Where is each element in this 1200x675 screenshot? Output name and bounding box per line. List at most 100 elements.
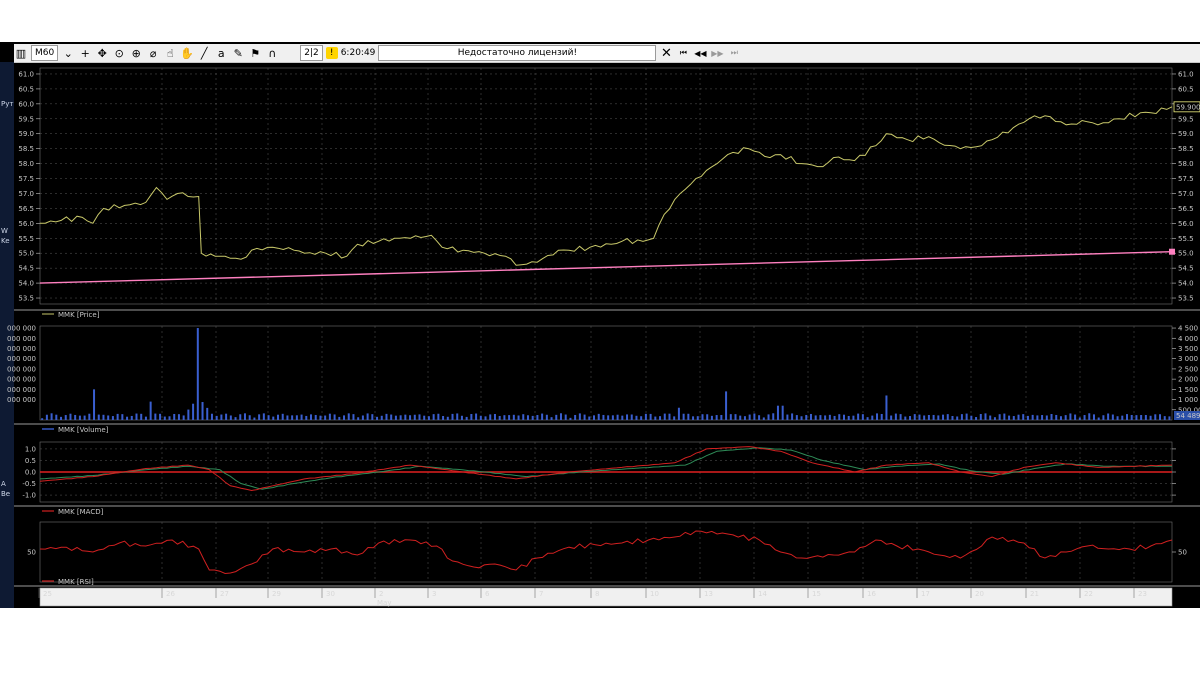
price-ytick-label: 56.0 <box>1178 220 1194 228</box>
target-icon[interactable]: ⊙ <box>112 45 126 61</box>
hand-icon[interactable]: ☝ <box>163 45 177 61</box>
zoom-icon[interactable]: ⊕ <box>129 45 143 61</box>
volume-bar <box>857 413 860 420</box>
volume-bar <box>493 413 496 420</box>
price-ytick-label: 58.5 <box>18 145 34 153</box>
volume-bar <box>357 417 360 420</box>
chevron-down-icon[interactable]: ⌄ <box>61 45 75 61</box>
volume-bar <box>192 403 195 420</box>
volume-bar <box>116 413 119 420</box>
price-ytick-label: 54.0 <box>1178 280 1194 288</box>
volume-bar <box>842 414 845 420</box>
close-icon[interactable]: ✕ <box>659 45 673 61</box>
volume-bar <box>607 415 610 420</box>
price-ytick-label: 55.5 <box>1178 235 1194 243</box>
text-tool-icon[interactable]: a <box>214 45 228 61</box>
volume-bar <box>715 415 718 420</box>
macd-ytick-label: 1.0 <box>25 445 36 453</box>
volume-bar <box>621 415 624 420</box>
price-ytick-label: 60.0 <box>18 100 34 108</box>
chart-icon[interactable]: ▥ <box>14 45 28 61</box>
volume-bar <box>791 413 794 420</box>
flag-icon[interactable]: ⚑ <box>248 45 262 61</box>
volume-ytick-label-left: 000 000 <box>7 335 36 343</box>
volume-bar <box>305 415 308 420</box>
first-page-icon[interactable]: ⏮ <box>676 45 690 61</box>
volume-bar <box>234 417 237 420</box>
volume-bar <box>762 417 765 420</box>
volume-bar <box>923 415 926 420</box>
line-tool-icon[interactable]: ╱ <box>197 45 211 61</box>
volume-bar <box>248 415 251 420</box>
volume-bar <box>385 413 388 420</box>
page-counter[interactable]: 2|2 <box>300 45 323 61</box>
volume-bar <box>352 414 355 420</box>
pan-icon[interactable]: ✋ <box>180 45 194 61</box>
volume-bar <box>64 415 67 420</box>
volume-bar <box>1074 414 1077 420</box>
volume-bar <box>673 416 676 420</box>
volume-bar <box>701 414 704 420</box>
crosshair-icon[interactable]: + <box>78 45 92 61</box>
volume-bar <box>894 413 897 420</box>
volume-bar <box>418 414 421 420</box>
volume-bar <box>1116 416 1119 420</box>
volume-bar <box>541 413 544 420</box>
volume-ytick-label-left: 000 000 <box>7 355 36 363</box>
volume-bar <box>74 414 77 420</box>
volume-bar <box>706 414 709 420</box>
volume-bar <box>682 413 685 420</box>
x-axis-label: 17 <box>921 590 930 598</box>
prev-page-icon[interactable]: ◀◀ <box>693 45 707 61</box>
volume-bar <box>654 416 657 420</box>
brush-icon[interactable]: ✎ <box>231 45 245 61</box>
volume-bar <box>1088 413 1091 420</box>
volume-bar <box>427 416 430 420</box>
magnet-icon[interactable]: ∩ <box>265 45 279 61</box>
volume-bar <box>979 414 982 420</box>
volume-bar <box>168 416 171 420</box>
volume-bar <box>809 413 812 420</box>
volume-bar <box>1055 414 1058 420</box>
volume-bar <box>319 415 322 420</box>
volume-bar <box>1107 413 1110 420</box>
volume-bar <box>1059 416 1062 420</box>
volume-bar <box>390 414 393 420</box>
volume-bar <box>758 415 761 420</box>
move-icon[interactable]: ✥ <box>95 45 109 61</box>
volume-bar <box>210 413 213 420</box>
volume-bar <box>1078 417 1081 420</box>
volume-bar <box>970 415 973 420</box>
volume-ytick-label-left: 000 000 <box>7 386 36 394</box>
volume-bar <box>479 415 482 420</box>
volume-bar <box>220 414 223 420</box>
volume-bar <box>597 413 600 420</box>
volume-bar <box>616 414 619 420</box>
volume-bar <box>437 413 440 420</box>
volume-bar <box>135 413 138 420</box>
legend-volume: MMK [Volume] <box>58 426 109 434</box>
volume-bar <box>475 413 478 420</box>
volume-bar <box>41 418 44 420</box>
volume-bar <box>1022 414 1025 420</box>
last-page-icon[interactable]: ⏭ <box>727 45 741 61</box>
volume-ytick-label: 3 000 000 <box>1178 355 1200 363</box>
volume-bar <box>413 414 416 420</box>
volume-bar <box>550 417 553 420</box>
volume-bar <box>1017 414 1020 420</box>
price-ytick-label: 56.5 <box>18 205 34 213</box>
last-volume-label: 54 489 <box>1176 412 1200 420</box>
volume-bar <box>111 416 114 420</box>
volume-ytick-label: 3 500 000 <box>1178 345 1200 353</box>
ruler-icon[interactable]: ⌀ <box>146 45 160 61</box>
volume-bar <box>767 414 770 420</box>
timeframe-select[interactable]: M60 <box>31 45 59 61</box>
volume-bar <box>814 415 817 420</box>
volume-bar <box>786 414 789 420</box>
legend-macd: MMK [MACD] <box>58 508 104 516</box>
x-axis-label: 2 <box>379 590 383 598</box>
series-rsi <box>39 530 1173 575</box>
next-page-icon[interactable]: ▶▶ <box>710 45 724 61</box>
volume-bar <box>489 414 492 420</box>
volume-bar <box>295 415 298 420</box>
